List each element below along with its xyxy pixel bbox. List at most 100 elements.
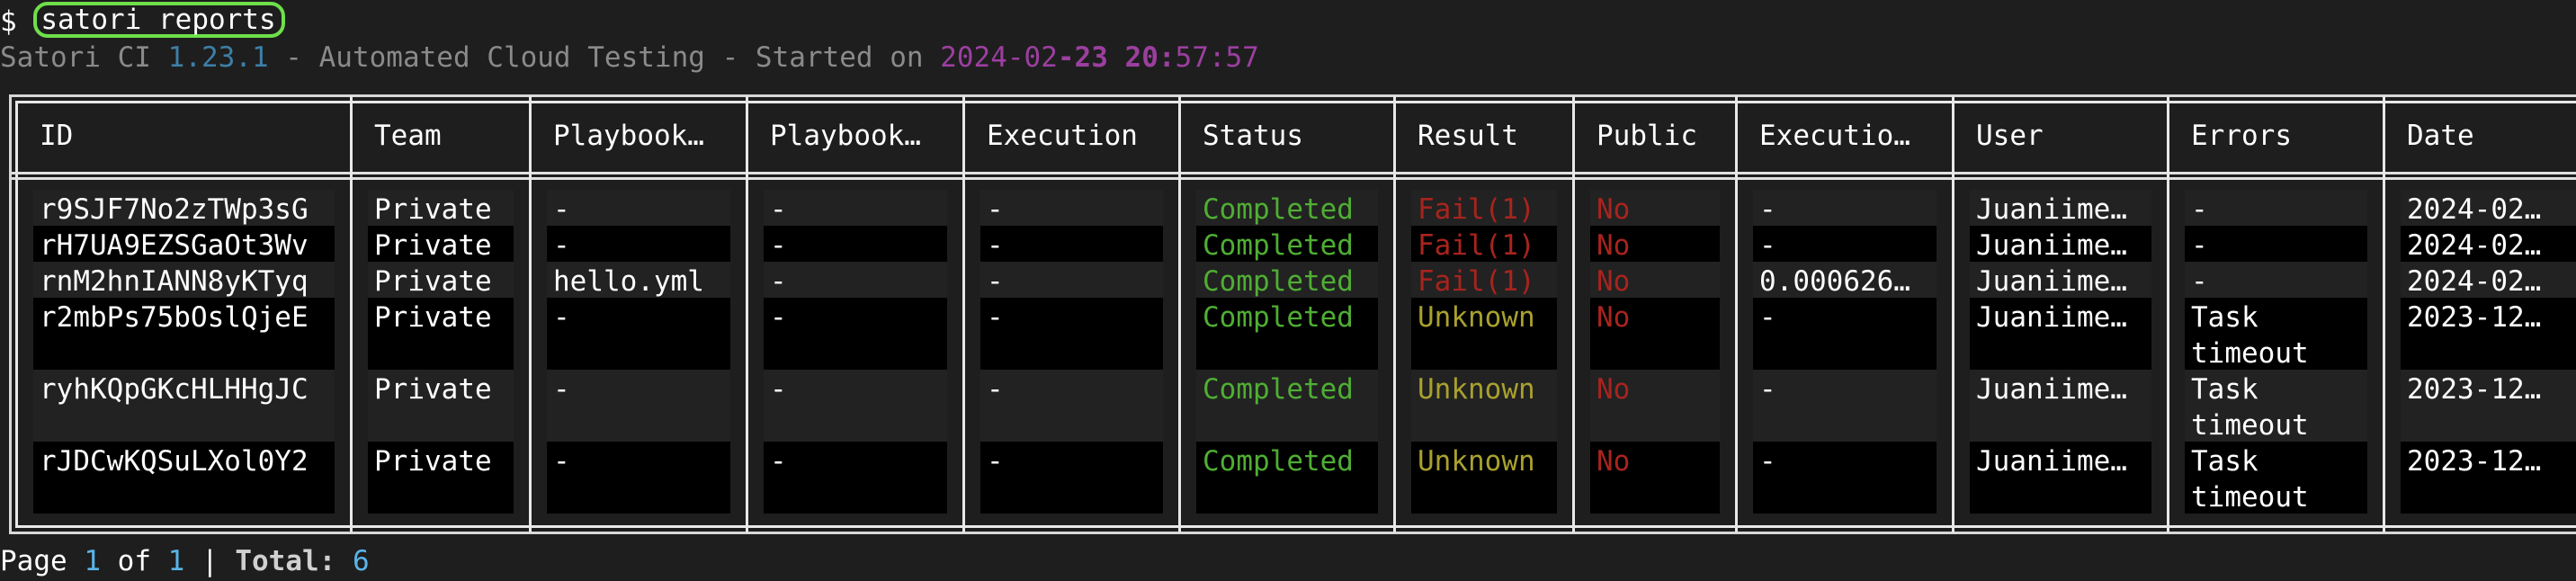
cell-execution-time: 0.000626… [1759, 265, 1910, 298]
cell-execution-time: - [1759, 193, 1776, 226]
cell-team: Private [374, 373, 492, 406]
cell-public: No [1597, 301, 1631, 334]
cell-status: Completed [1203, 229, 1354, 262]
column-header[interactable]: ID [18, 118, 350, 154]
page-label: Page [0, 545, 67, 577]
cell-result: Unknown [1418, 373, 1535, 406]
cell-id[interactable]: rH7UA9EZSGaOt3Wv [18, 228, 350, 264]
table-inner: ID Team Playbook… Playbook… Execution Status R… [12, 96, 2576, 532]
cell-user: Juaniime… [1976, 265, 2127, 298]
column-header[interactable]: Date [2385, 118, 2576, 154]
cell-status: Completed [1203, 373, 1354, 406]
of-label: of [117, 545, 151, 577]
cell-errors: Task timeout [2191, 301, 2309, 370]
cell-id[interactable]: r2mbPs75bOslQjeE [18, 299, 350, 335]
cell-id[interactable]: rnM2hnIANN8yKTyq [18, 264, 350, 299]
cell-date: 2024-02… [2407, 193, 2542, 226]
header-separator [12, 177, 2576, 180]
cell-result: Fail(1) [1418, 229, 1535, 262]
started-date: 2024-02-23 20:57:57 [940, 41, 1259, 74]
date-part: 2024-02 [940, 41, 1058, 74]
cell-team: Private [374, 301, 492, 334]
column-header[interactable]: Execution [965, 118, 1178, 154]
shell-prompt: $ [0, 5, 17, 38]
cell-date: 2024-02… [2407, 229, 2542, 262]
cell-playbook1: hello.yml [553, 265, 704, 298]
column-header[interactable]: User [1954, 118, 2167, 154]
cell-playbook1: - [553, 373, 570, 406]
cell-status: Completed [1203, 445, 1354, 478]
cell-errors: - [2191, 265, 2208, 298]
cell-team: Private [374, 229, 492, 262]
cell-execution: - [987, 193, 1004, 226]
cell-public: No [1597, 445, 1631, 478]
cell-errors: Task timeout [2191, 373, 2309, 442]
column-header[interactable]: Playbook… [748, 118, 962, 154]
cell-date: 2023-12… [2407, 373, 2542, 406]
cell-id[interactable]: r9SJF7No2zTWp3sG [18, 192, 350, 228]
cell-status: Completed [1203, 193, 1354, 226]
cell-public: No [1597, 373, 1631, 406]
cell-execution-time: - [1759, 445, 1776, 478]
separator: - [268, 41, 319, 74]
column-header[interactable]: Public [1575, 118, 1735, 154]
cell-id[interactable]: rJDCwKQSuLXol0Y2 [18, 443, 350, 479]
cell-execution: - [987, 445, 1004, 478]
cell-errors: - [2191, 193, 2208, 226]
app-name: Satori CI [0, 41, 151, 74]
started-label: Started on [755, 41, 924, 74]
cell-user: Juaniime… [1976, 301, 2127, 334]
total-label: Total: [235, 545, 336, 577]
cell-playbook2: - [770, 373, 787, 406]
cell-playbook2: - [770, 301, 787, 334]
cell-playbook1: - [553, 445, 570, 478]
cell-result: Unknown [1418, 301, 1535, 334]
cell-errors: Task timeout [2191, 445, 2309, 514]
cell-execution: - [987, 301, 1004, 334]
current-page: 1 [84, 545, 101, 577]
reports-table: ID Team Playbook… Playbook… Execution Status R… [9, 94, 2576, 534]
cell-date: 2023-12… [2407, 445, 2542, 478]
cell-execution-time: - [1759, 229, 1776, 262]
cell-user: Juaniime… [1976, 193, 2127, 226]
cell-public: No [1597, 265, 1631, 298]
cell-team: Private [374, 445, 492, 478]
column-header[interactable]: Errors [2169, 118, 2383, 154]
pagination-footer: Page 1 of 1 | Total: 6 [0, 543, 370, 579]
cell-status: Completed [1203, 301, 1354, 334]
column-header[interactable]: Result [1396, 118, 1572, 154]
cell-public: No [1597, 193, 1631, 226]
command-text[interactable]: satori reports [33, 2, 285, 38]
cell-date: 2024-02… [2407, 265, 2542, 298]
date-part-bold: -23 20: [1057, 41, 1176, 74]
cell-status: Completed [1203, 265, 1354, 298]
column-header[interactable]: Team [353, 118, 529, 154]
column-header[interactable]: Executio… [1738, 118, 1952, 154]
cell-user: Juaniime… [1976, 229, 2127, 262]
cell-public: No [1597, 229, 1631, 262]
cell-result: Fail(1) [1418, 193, 1535, 226]
cell-user: Juaniime… [1976, 445, 2127, 478]
column-header[interactable]: Status [1181, 118, 1393, 154]
cell-playbook2: - [770, 229, 787, 262]
cell-playbook2: - [770, 445, 787, 478]
cell-result: Fail(1) [1418, 265, 1535, 298]
info-line: Satori CI 1.23.1 - Automated Cloud Testi… [0, 40, 1259, 76]
app-description: Automated Cloud Testing [318, 41, 705, 74]
command-line: $ satori reports [0, 2, 285, 40]
cell-playbook1: - [553, 301, 570, 334]
date-part: 57:57 [1175, 41, 1259, 74]
cell-execution: - [987, 265, 1004, 298]
cell-date: 2023-12… [2407, 301, 2542, 334]
cell-playbook2: - [770, 193, 787, 226]
cell-execution: - [987, 373, 1004, 406]
footer-separator: | [201, 545, 219, 577]
cell-execution-time: - [1759, 301, 1776, 334]
total-count: 6 [353, 545, 370, 577]
cell-user: Juaniime… [1976, 373, 2127, 406]
cell-execution-time: - [1759, 373, 1776, 406]
cell-team: Private [374, 265, 492, 298]
cell-playbook1: - [553, 229, 570, 262]
column-header[interactable]: Playbook… [532, 118, 746, 154]
cell-id[interactable]: ryhKQpGKcHLHHgJC [18, 371, 350, 407]
